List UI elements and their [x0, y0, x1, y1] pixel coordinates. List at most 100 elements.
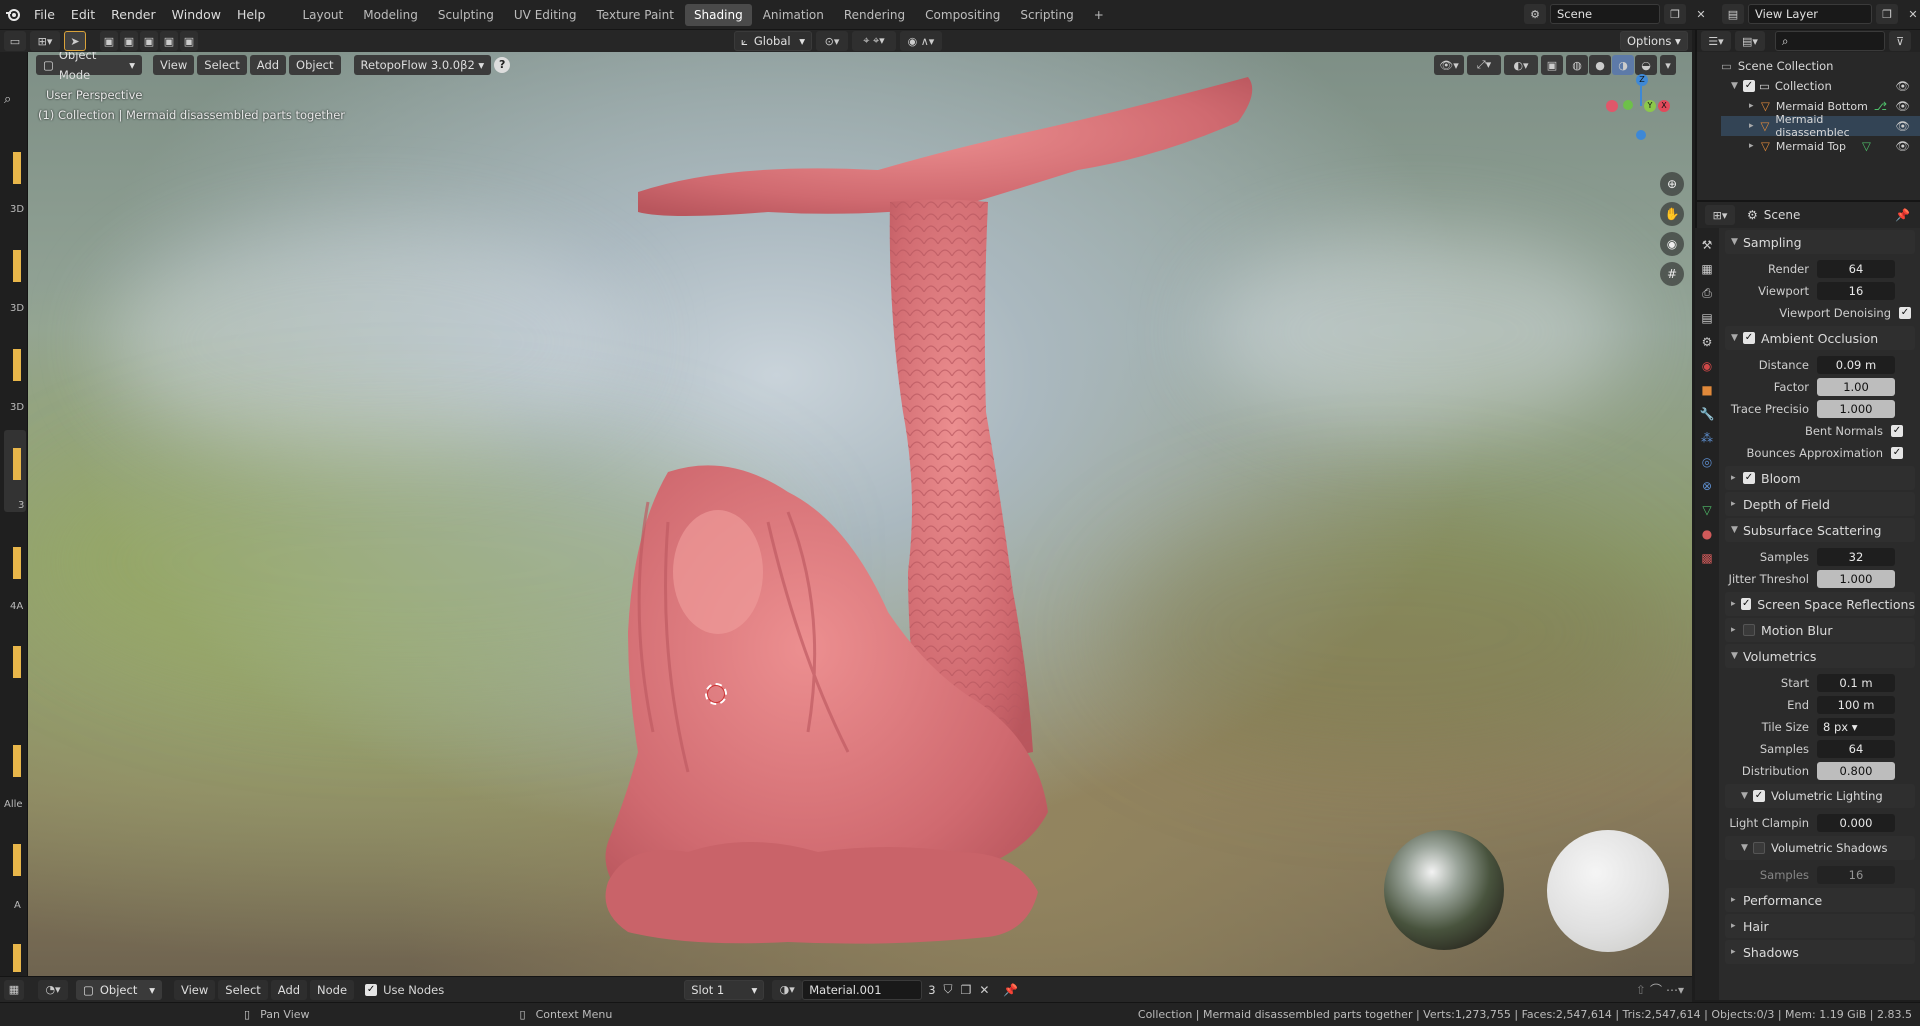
sss-jitter-slider[interactable]: 1.000 [1817, 570, 1895, 588]
close-view-layer-icon[interactable]: ✕ [1902, 4, 1920, 24]
unlink-material-icon[interactable]: ✕ [979, 983, 989, 997]
camera-icon[interactable]: ◉ [1660, 232, 1684, 256]
search-icon[interactable]: ⌕ [4, 92, 24, 112]
tab-compositing[interactable]: Compositing [916, 4, 1009, 26]
section-performance[interactable]: ▸ Performance [1725, 888, 1915, 912]
select-tool-icon[interactable]: ➤ [64, 31, 86, 51]
filter-icon[interactable]: ⊽ [1889, 31, 1911, 51]
snap-icon[interactable]: ⌖ ⌖▾ [852, 31, 896, 51]
vol-samples-field[interactable]: 64 [1817, 740, 1895, 758]
thumb-9[interactable] [13, 944, 21, 972]
visibility-eye-icon[interactable]: 👁 [1895, 119, 1910, 133]
new-scene-icon[interactable]: ❐ [1664, 4, 1686, 24]
viewport-samples-field[interactable]: 16 [1817, 282, 1895, 300]
ao-enable-checkbox[interactable]: ✓ [1743, 332, 1755, 344]
expand-icon[interactable]: ▼ [1731, 81, 1743, 91]
material-slot-dropdown[interactable]: Slot 1 ▾ [684, 979, 765, 1000]
thumb-8[interactable] [13, 844, 21, 876]
tab-rendering[interactable]: Rendering [835, 4, 914, 26]
section-sampling[interactable]: ▼ Sampling [1725, 230, 1915, 254]
shader-editor-type-icon[interactable]: ▦ [4, 979, 24, 1000]
tab-layout[interactable]: Layout [293, 4, 352, 26]
vol-end-field[interactable]: 100 m [1817, 696, 1895, 714]
display-mode-icon[interactable]: ▤▾ [1735, 31, 1765, 51]
outliner-collection[interactable]: ▼ ✓ ▭ Collection 👁 [1721, 76, 1920, 96]
tab-sculpting[interactable]: Sculpting [429, 4, 503, 26]
scene-icon[interactable]: ⚙ [1524, 4, 1546, 24]
viewport-denoising-checkbox[interactable]: ✓ [1899, 307, 1911, 319]
gizmo-z-axis[interactable]: Z [1636, 74, 1648, 86]
bloom-checkbox[interactable]: ✓ [1743, 472, 1755, 484]
thumb-3[interactable] [13, 349, 21, 381]
blender-logo-icon[interactable] [0, 0, 26, 30]
ao-factor-slider[interactable]: 1.00 [1817, 378, 1895, 396]
use-nodes-checkbox[interactable]: ✓ [365, 983, 378, 996]
section-bloom[interactable]: ▸ ✓ Bloom [1725, 466, 1915, 490]
outliner-item-mermaid-disassembled[interactable]: ▸ ▽ Mermaid disassemblec 👁 [1721, 113, 1920, 139]
pin-icon[interactable]: 📌 [1003, 983, 1018, 997]
section-ambient-occlusion[interactable]: ▼ ✓ Ambient Occlusion [1725, 326, 1915, 350]
material-tab-icon[interactable]: ● [1702, 527, 1712, 541]
outliner-item-mermaid-top[interactable]: ▸ ▽ Mermaid Top ▽ 👁 [1721, 136, 1920, 156]
ssr-checkbox[interactable]: ✓ [1741, 598, 1752, 610]
shader-menu-view[interactable]: View [174, 979, 216, 1000]
shader-menu-add[interactable]: Add [270, 979, 308, 1000]
section-shadows[interactable]: ▸ Shadows [1725, 940, 1915, 964]
visibility-eye-icon[interactable]: 👁 [1895, 79, 1910, 93]
select-mode-extend-icon[interactable]: ▣ [120, 31, 138, 51]
view-layer-tab-icon[interactable]: ▤ [1701, 311, 1712, 325]
zoom-icon[interactable]: ⊕ [1660, 172, 1684, 196]
tab-scripting[interactable]: Scripting [1011, 4, 1082, 26]
proportional-edit-icon[interactable]: ◉ ∧▾ [900, 31, 942, 51]
thumb-1[interactable] [13, 152, 21, 184]
pin-icon[interactable]: 📌 [1895, 208, 1910, 222]
vol-shadows-checkbox[interactable] [1753, 842, 1765, 854]
material-browse-icon[interactable]: ◑▾ [772, 979, 803, 1000]
vol-tile-dropdown[interactable]: 8 px ▾ [1817, 718, 1895, 736]
shader-object-dropdown[interactable]: ▢ Object ▾ [76, 979, 162, 1000]
section-motion-blur[interactable]: ▸ Motion Blur [1725, 618, 1915, 642]
object-tab-icon[interactable]: ■ [1701, 383, 1712, 397]
material-name-field[interactable]: Material.001 [802, 979, 923, 1000]
view-layer-icon[interactable]: ▤ [1722, 4, 1744, 24]
vol-start-field[interactable]: 0.1 m [1817, 674, 1895, 692]
menu-file[interactable]: File [26, 0, 63, 30]
outliner-search-input[interactable]: ⌕ [1775, 31, 1885, 51]
gizmo-x-axis[interactable]: X [1658, 100, 1670, 112]
select-mode-subtract-icon[interactable]: ▣ [140, 31, 158, 51]
collection-checkbox[interactable]: ✓ [1743, 80, 1755, 92]
options-dropdown[interactable]: Options ▾ [1620, 31, 1688, 51]
3d-viewport[interactable]: ▢ Object Mode ▾ View Select Add Object Ret… [28, 52, 1692, 976]
world-tab-icon[interactable]: ◉ [1702, 359, 1712, 373]
ao-distance-field[interactable]: 0.09 m [1817, 356, 1895, 374]
motion-blur-checkbox[interactable] [1743, 624, 1755, 636]
section-volumetric-lighting[interactable]: ▼ ✓ Volumetric Lighting [1725, 784, 1915, 808]
section-depth-of-field[interactable]: ▸ Depth of Field [1725, 492, 1915, 516]
thumb-6[interactable] [13, 646, 21, 678]
modifier-tab-icon[interactable]: 🔧 [1700, 407, 1715, 421]
select-mode-intersect-icon[interactable]: ▣ [180, 31, 198, 51]
transform-orientation-dropdown[interactable]: ⟀ Global ▾ [734, 31, 812, 51]
tab-animation[interactable]: Animation [754, 4, 833, 26]
physics-tab-icon[interactable]: ◎ [1702, 455, 1712, 469]
output-tab-icon[interactable]: ⎙ [1702, 286, 1712, 301]
fake-user-icon[interactable]: ⛉ [944, 982, 953, 997]
particles-tab-icon[interactable]: ⁂ [1701, 431, 1713, 445]
menu-help[interactable]: Help [229, 0, 274, 30]
vol-distribution-slider[interactable]: 0.800 [1817, 762, 1895, 780]
select-mode-new-icon[interactable]: ▣ [100, 31, 118, 51]
section-subsurface-scattering[interactable]: ▼ Subsurface Scattering [1725, 518, 1915, 542]
bounces-approx-checkbox[interactable]: ✓ [1891, 447, 1903, 459]
tab-shading[interactable]: Shading [684, 3, 752, 26]
visibility-eye-icon[interactable]: 👁 [1895, 99, 1910, 113]
section-ssr[interactable]: ▸ ✓ Screen Space Reflections [1725, 592, 1915, 616]
light-clamp-field[interactable]: 0.000 [1817, 814, 1895, 832]
shader-menu-select[interactable]: Select [218, 979, 268, 1000]
menu-edit[interactable]: Edit [63, 0, 103, 30]
editor-type-icon[interactable]: ⊞▾ [30, 31, 60, 51]
thumb-2[interactable] [13, 250, 21, 282]
gizmo-y-axis[interactable]: Y [1644, 100, 1656, 112]
section-volumetrics[interactable]: ▼ Volumetrics [1725, 644, 1915, 668]
menu-window[interactable]: Window [164, 0, 229, 30]
parent-node-tree-icon[interactable]: ⇧ [1636, 983, 1646, 997]
